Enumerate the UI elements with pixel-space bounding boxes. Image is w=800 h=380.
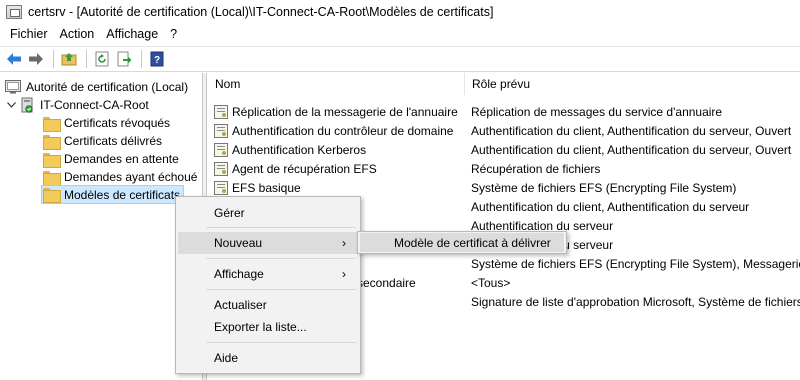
- toolbar-separator: [86, 50, 87, 68]
- cell-purpose: Authentification du client, Authentifica…: [471, 199, 750, 214]
- tree-item-revoked[interactable]: Certificats révoqués: [43, 114, 170, 132]
- menu-item-label: Exporter la liste...: [214, 320, 307, 334]
- column-header-purpose[interactable]: Rôle prévu: [465, 73, 800, 95]
- tree-item-ca[interactable]: IT-Connect-CA-Root: [7, 96, 149, 114]
- cell-purpose: Récupération de fichiers: [471, 161, 601, 176]
- cell-purpose: <Tous>: [471, 275, 511, 290]
- window-title: certsrv - [Autorité de certification (Lo…: [28, 5, 494, 19]
- menu-affichage[interactable]: Affichage: [100, 24, 164, 45]
- app-icon: [6, 5, 22, 19]
- cell-purpose: Authentification du client, Authentifica…: [471, 123, 792, 138]
- tree-item-label: IT-Connect-CA-Root: [40, 98, 149, 112]
- cell-name: Authentification du contrôleur de domain…: [232, 123, 454, 138]
- up-folder-icon[interactable]: [59, 49, 79, 69]
- tree-item-issued[interactable]: Certificats délivrés: [43, 132, 162, 150]
- toolbar-separator: [141, 50, 142, 68]
- cell-purpose: Authentification du client, Authentifica…: [471, 142, 792, 157]
- menu-item-label: Affichage: [214, 267, 264, 281]
- folder-icon: [43, 188, 61, 203]
- tree-item-pending[interactable]: Demandes en attente: [43, 150, 179, 168]
- toolbar: ?: [0, 46, 800, 72]
- table-row[interactable]: Authentification Kerberos Authentificati…: [208, 140, 800, 159]
- menu-separator: [206, 289, 356, 290]
- chevron-down-icon[interactable]: [7, 100, 19, 111]
- folder-icon: [43, 170, 61, 186]
- tree-item-templates[interactable]: Modèles de certificats: [41, 185, 185, 204]
- menu-item-refresh[interactable]: Actualiser: [178, 294, 358, 316]
- menu-item-label: Gérer: [214, 206, 245, 220]
- folder-icon: [43, 152, 61, 168]
- table-row[interactable]: Agent de récupération EFS Récupération d…: [208, 159, 800, 178]
- menu-item-label: Aide: [214, 351, 239, 365]
- svg-text:?: ?: [154, 55, 160, 66]
- menu-item-label: Modèle de certificat à délivrer: [394, 235, 551, 250]
- menu-item-new[interactable]: Nouveau ›: [178, 232, 358, 254]
- tree-item-label: Certificats révoqués: [64, 116, 171, 130]
- tree-item-label: Certificats délivrés: [64, 134, 163, 148]
- menu-bar: Fichier Action Affichage ?: [0, 24, 800, 45]
- menu-action[interactable]: Action: [54, 24, 101, 45]
- cell-name: EFS basique: [232, 180, 301, 195]
- certificate-template-icon: [214, 161, 228, 176]
- export-list-icon[interactable]: [114, 49, 134, 69]
- cell-purpose: Système de fichiers EFS (Encrypting File…: [471, 180, 737, 195]
- menu-fichier[interactable]: Fichier: [4, 24, 54, 45]
- forward-arrow-icon[interactable]: [26, 49, 46, 69]
- table-row[interactable]: Authentification du contrôleur de domain…: [208, 121, 800, 140]
- refresh-icon[interactable]: [92, 49, 112, 69]
- certificate-template-icon: [214, 142, 228, 157]
- chevron-right-icon: ›: [342, 236, 346, 250]
- certificate-authority-icon: [5, 80, 21, 94]
- tree-item-root[interactable]: Autorité de certification (Local): [5, 78, 188, 96]
- cell-name: Agent de récupération EFS: [232, 161, 377, 176]
- tree-item-label: Autorité de certification (Local): [26, 80, 189, 94]
- tree-pane: Autorité de certification (Local) IT-Con…: [0, 73, 203, 380]
- tree-item-label: Demandes en attente: [64, 152, 179, 166]
- tree-item-label: Demandes ayant échoué: [64, 170, 198, 184]
- menu-item-export[interactable]: Exporter la liste...: [178, 316, 358, 338]
- menu-separator: [206, 227, 356, 228]
- chevron-right-icon: ›: [342, 267, 346, 281]
- menu-separator: [206, 258, 356, 259]
- table-row[interactable]: EFS basique Système de fichiers EFS (Enc…: [208, 178, 800, 197]
- certificate-template-icon: [214, 104, 228, 119]
- context-menu: Gérer Nouveau › Affichage › Actualiser E…: [175, 196, 361, 374]
- tree-item-failed[interactable]: Demandes ayant échoué: [43, 168, 197, 186]
- certificate-template-icon: [214, 180, 228, 195]
- submenu-new: Modèle de certificat à délivrer: [357, 231, 567, 254]
- folder-icon: [43, 134, 61, 150]
- column-header-name[interactable]: Nom: [208, 73, 465, 95]
- help-book-icon[interactable]: ?: [147, 49, 167, 69]
- menu-item-label: Actualiser: [214, 298, 267, 312]
- menu-item-view[interactable]: Affichage ›: [178, 263, 358, 285]
- toolbar-separator: [53, 50, 54, 68]
- menu-item-manage[interactable]: Gérer: [178, 202, 358, 224]
- menu-item-template-to-issue[interactable]: Modèle de certificat à délivrer: [360, 233, 564, 252]
- menu-item-label: Nouveau: [214, 236, 263, 250]
- cell-purpose: Système de fichiers EFS (Encrypting File…: [471, 256, 800, 271]
- ca-server-icon: [21, 97, 33, 113]
- menu-separator: [206, 342, 356, 343]
- back-arrow-icon[interactable]: [4, 49, 24, 69]
- tree-item-label: Modèles de certificats: [64, 187, 181, 202]
- table-row[interactable]: Réplication de la messagerie de l'annuai…: [208, 102, 800, 121]
- cell-purpose: Réplication de messages du service d'ann…: [471, 104, 723, 119]
- menu-help[interactable]: ?: [164, 24, 183, 45]
- certificate-template-icon: [214, 123, 228, 138]
- cell-name: Authentification Kerberos: [232, 142, 367, 157]
- cell-name: Réplication de la messagerie de l'annuai…: [232, 104, 458, 119]
- menu-item-help[interactable]: Aide: [178, 347, 358, 369]
- folder-icon: [43, 116, 61, 132]
- cell-purpose: Signature de liste d'approbation Microso…: [471, 294, 800, 309]
- title-bar: certsrv - [Autorité de certification (Lo…: [0, 0, 800, 24]
